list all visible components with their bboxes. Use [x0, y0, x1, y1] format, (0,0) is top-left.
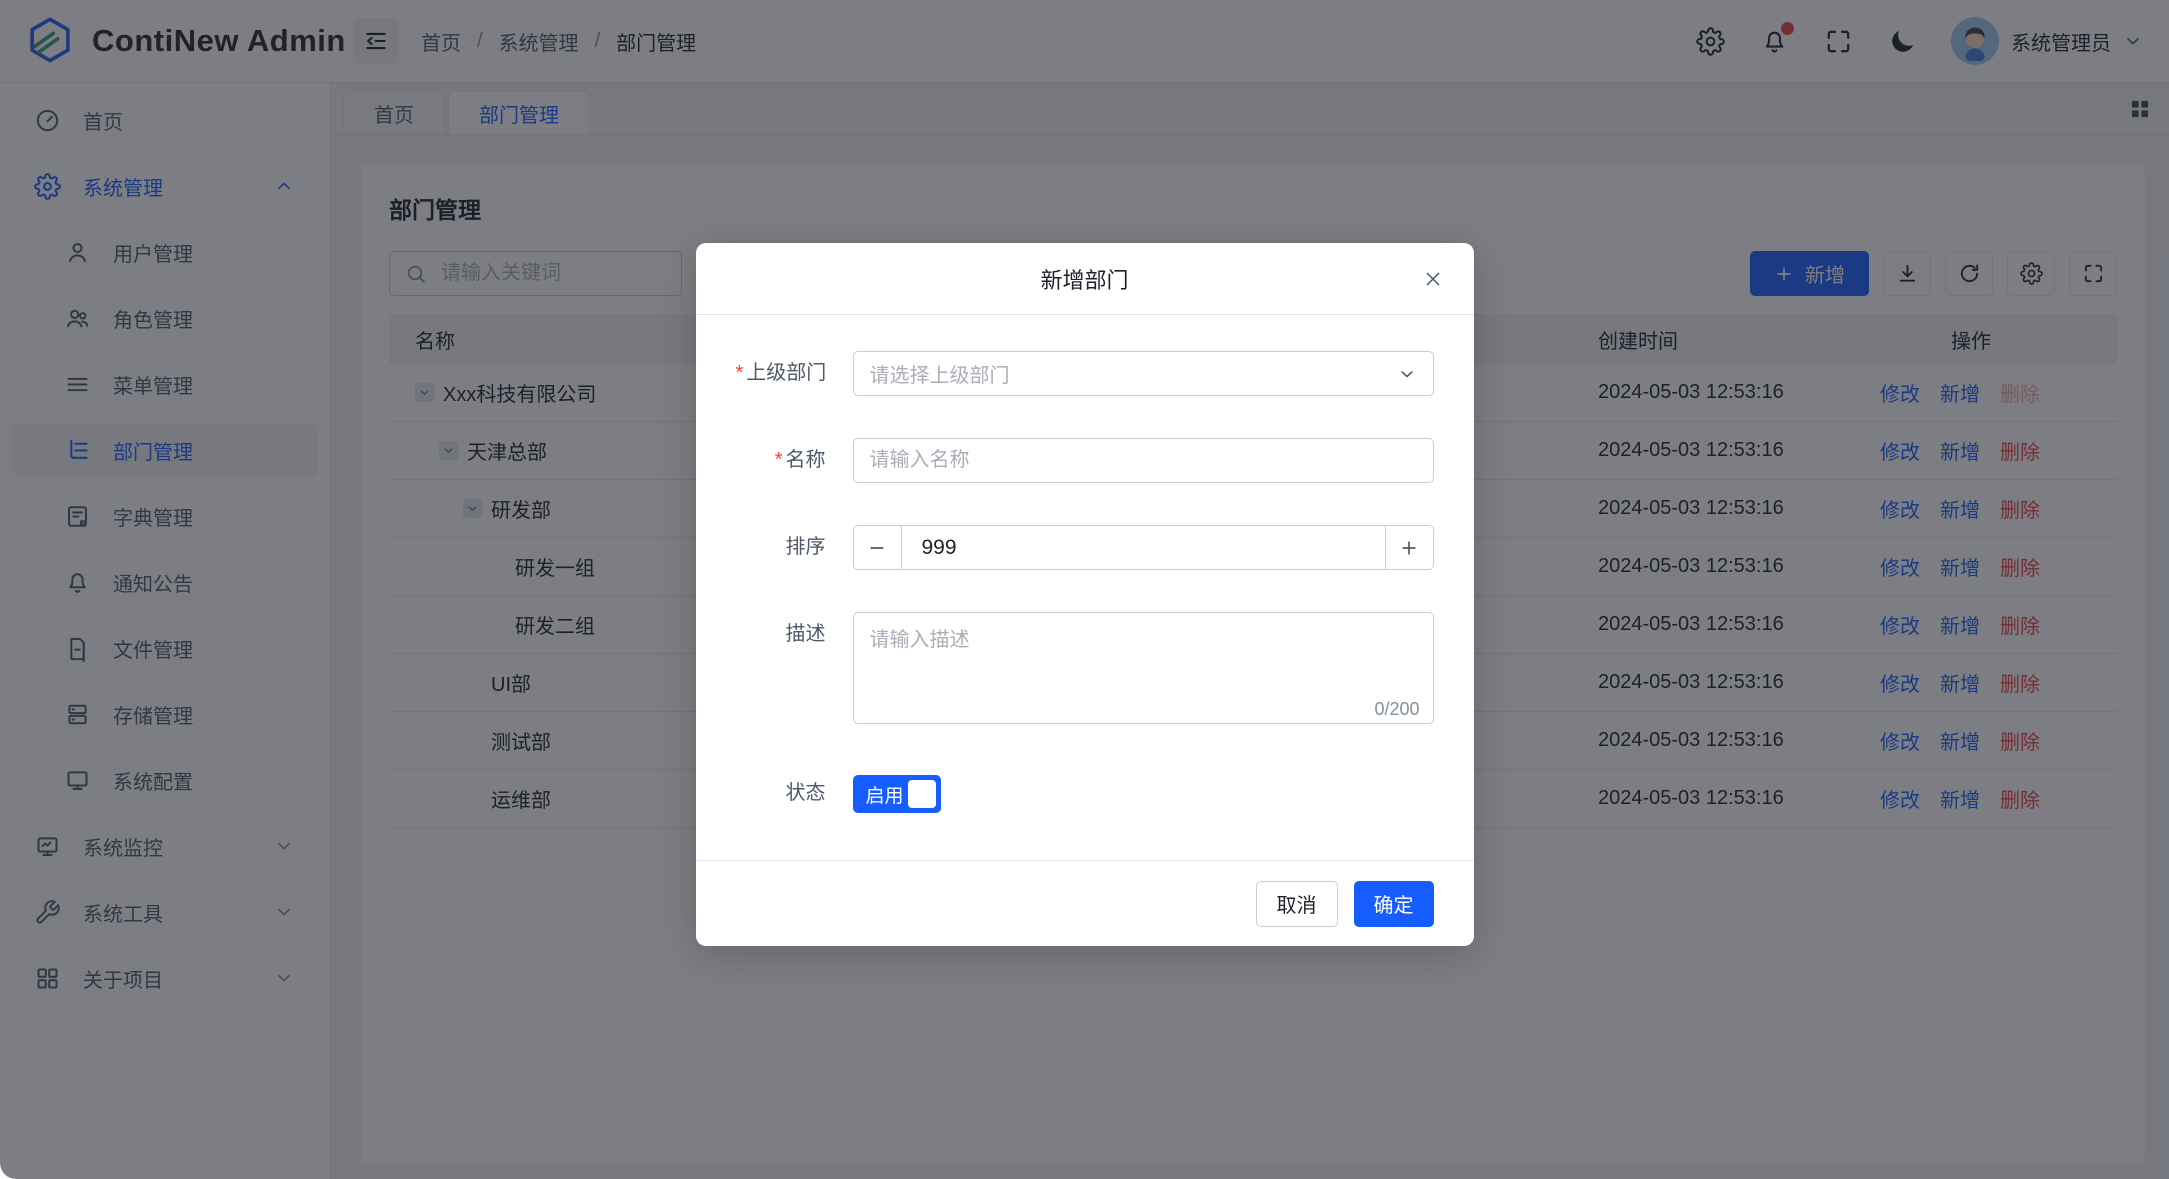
plus-button[interactable]	[1384, 526, 1433, 569]
name-input[interactable]	[852, 438, 1434, 483]
add-department-modal: 新增部门 * 上级部门 请选择上级部门 * 名称 请输入名称 排序 999 描述…	[695, 243, 1474, 946]
modal-header: 新增部门	[695, 243, 1474, 315]
cancel-button[interactable]: 取消	[1255, 880, 1338, 927]
status-label: 状态	[785, 782, 826, 804]
sort-label: 排序	[785, 536, 826, 558]
form-row-description: 描述 0/200	[736, 612, 1434, 729]
char-counter: 0/200	[1374, 699, 1420, 719]
required-mark: *	[774, 449, 783, 471]
description-label: 描述	[785, 623, 826, 645]
app-root: ContiNew Admin 首页 / 系统管理 / 部门管理	[0, 0, 2169, 1179]
name-label: * 名称	[774, 449, 826, 471]
status-toggle-knob	[907, 780, 936, 808]
parent-dept-label: * 上级部门	[735, 362, 827, 384]
close-icon[interactable]	[1422, 243, 1444, 314]
form-row-sort: 排序 999	[736, 525, 1434, 570]
chevron-down-icon	[1400, 370, 1413, 377]
form-row-parent: * 上级部门 请选择上级部门	[736, 351, 1434, 396]
form-row-name: * 名称	[736, 438, 1434, 483]
sort-value[interactable]: 999	[902, 526, 1385, 569]
modal-title: 新增部门	[1040, 267, 1129, 293]
confirm-button[interactable]: 确定	[1353, 880, 1434, 927]
parent-dept-placeholder: 请选择上级部门	[869, 365, 1010, 387]
minus-button[interactable]	[853, 526, 902, 569]
form-row-status: 状态 启用	[736, 771, 1434, 816]
description-textarea[interactable]	[852, 612, 1434, 724]
status-toggle-label: 启用	[865, 785, 904, 807]
status-toggle[interactable]: 启用	[852, 775, 941, 813]
sort-stepper: 999	[852, 525, 1434, 570]
modal-footer: 取消 确定	[695, 860, 1474, 946]
required-mark: *	[735, 362, 744, 384]
parent-dept-select[interactable]: 请选择上级部门	[852, 351, 1434, 396]
modal-body: *上级部门 请选择上级部门 *名称 排序	[696, 315, 1474, 860]
